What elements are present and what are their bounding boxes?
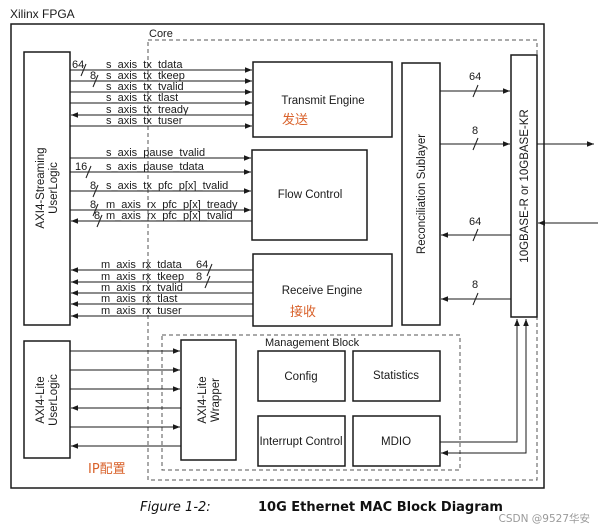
bus-width-label: 8: [90, 70, 96, 82]
reconciliation-sublayer-label: Reconciliation Sublayer: [416, 134, 428, 254]
statistics-label: Statistics: [373, 370, 419, 382]
transmit-engine-label: Transmit Engine: [281, 95, 364, 107]
receive-engine-annotation: 接收: [290, 304, 316, 320]
axi4-streaming-userlogic-block: [23, 51, 71, 326]
rx-signal-group: m_axis_rx_tdata 64m_axis_rx_tkeep 8m_axis_…: [71, 259, 253, 319]
signal-label: s_axis_tx_tlast: [106, 92, 178, 104]
signal-label: m_axis_rx_tlast: [101, 293, 177, 305]
phy-label: 10GBASE-R or 10GBASE-KR: [519, 109, 531, 262]
bus-width-label: 8: [94, 210, 100, 222]
axi4-lite-wrapper-label-line2: Wrapper: [210, 378, 222, 422]
bus-width-label: 8: [196, 271, 202, 283]
flow-control-label: Flow Control: [278, 189, 343, 201]
signal-label: s_axis_pause_tvalid: [106, 147, 205, 159]
block-diagram: Xilinx FPGA Core AXI4-Streaming UserLogi…: [10, 7, 598, 489]
watermark: CSDN @9527华安: [498, 513, 591, 525]
ip-config-annotation: IP配置: [88, 462, 126, 477]
receive-engine-label: Receive Engine: [282, 285, 363, 297]
axi4-lite-wrapper-label-line1: AXI4-Lite: [197, 376, 209, 423]
axi4-streaming-label-line1: AXI4-Streaming: [35, 147, 47, 228]
core-label: Core: [149, 28, 173, 40]
bus-width-label: 8: [90, 180, 96, 192]
axi4-streaming-label-line2: UserLogic: [48, 162, 60, 214]
mdio-label: MDIO: [381, 436, 411, 448]
phy-rs-rx-ctrl-width: 8: [472, 279, 478, 291]
figure-title: 10G Ethernet MAC Block Diagram: [258, 500, 503, 515]
fpga-title: Xilinx FPGA: [10, 7, 75, 21]
mdio-to-phy-line: [440, 319, 520, 443]
interrupt-control-label: Interrupt Control: [259, 436, 342, 448]
figure-number: Figure 1-2:: [140, 500, 211, 515]
bus-width-label: 64: [196, 259, 208, 271]
bus-width-label: 64: [72, 59, 84, 71]
axi4-lite-signal-group: [70, 348, 181, 449]
axi4-lite-userlogic-label-line2: UserLogic: [48, 374, 60, 426]
phy-rs-rx-data-width: 64: [469, 216, 481, 228]
management-block-label: Management Block: [265, 337, 360, 349]
config-label: Config: [284, 371, 317, 383]
phy-to-mdio-line: [441, 319, 529, 456]
signal-label: s_axis_tx_tuser: [106, 115, 183, 127]
rs-phy-tx-data-width: 64: [469, 71, 481, 83]
axi4-lite-userlogic-label-line1: AXI4-Lite: [35, 376, 47, 423]
rs-phy-tx-ctrl-width: 8: [472, 125, 478, 137]
signal-label: m_axis_rx_tuser: [101, 305, 182, 317]
bus-width-label: 16: [75, 161, 87, 173]
transmit-engine-annotation: 发送: [282, 112, 308, 128]
tx-signal-group: s_axis_tx_tdata64s_axis_tx_tkeep8s_axis_…: [70, 59, 253, 129]
signal-label: s_axis_pause_tdata: [106, 161, 205, 173]
axi4-lite-userlogic-block: [23, 340, 71, 459]
flow-control-signal-group: s_axis_pause_tvalid s_axis_pause_tdata 16 s…: [70, 147, 252, 228]
signal-label: m_axis_rx_pfc_p[x]_tvalid: [106, 210, 233, 222]
signal-label: m_axis_rx_tdata: [101, 259, 183, 271]
signal-label: s_axis_tx_pfc_p[x]_tvalid: [106, 180, 228, 192]
